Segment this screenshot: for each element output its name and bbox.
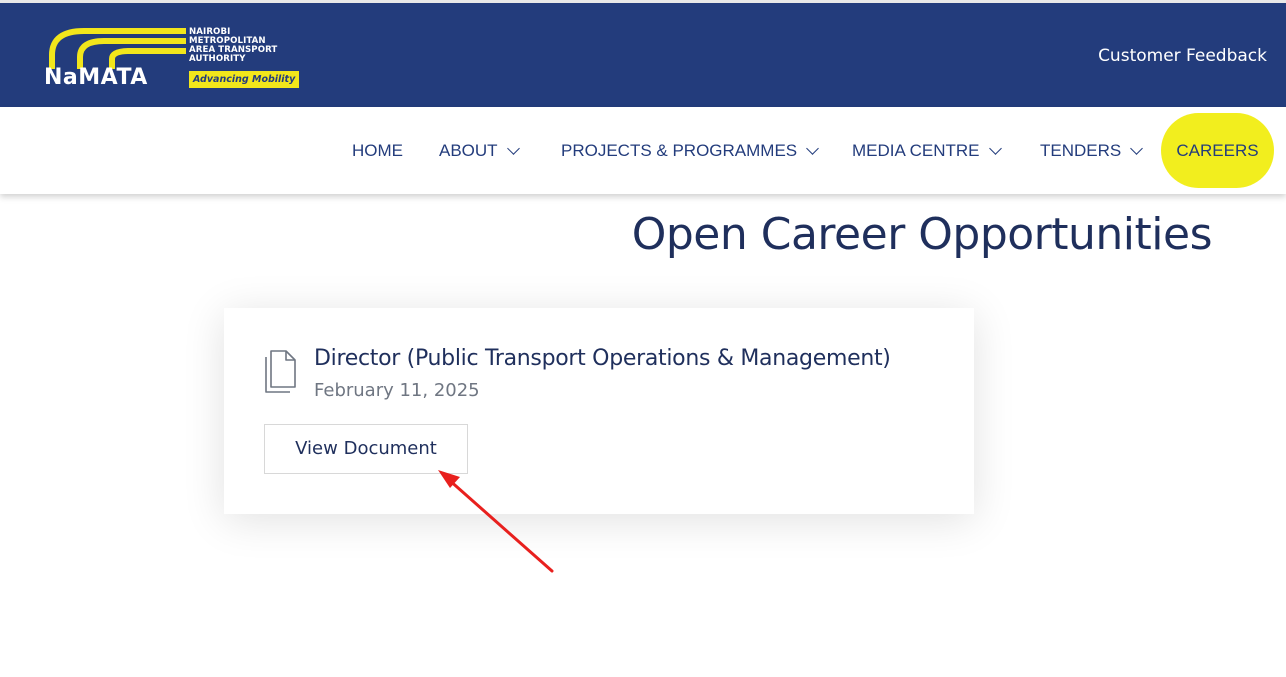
logo-line: AUTHORITY	[189, 54, 246, 64]
logo-arcs-icon	[49, 28, 186, 69]
nav-careers[interactable]: CAREERS	[1161, 113, 1274, 188]
top-header: NaMATA NAIROBI METROPOLITAN AREA TRANSPO…	[0, 0, 1286, 107]
job-title: Director (Public Transport Operations & …	[314, 346, 891, 371]
customer-feedback-link[interactable]: Customer Feedback	[1098, 46, 1267, 66]
page-title: Open Career Opportunities	[631, 209, 1213, 260]
document-icon	[265, 350, 296, 393]
nav-projects-programmes[interactable]: PROJECTS & PROGRAMMES	[561, 107, 820, 194]
nav-media-centre[interactable]: MEDIA CENTRE	[852, 107, 1002, 194]
job-date: February 11, 2025	[314, 380, 480, 401]
nav-tenders[interactable]: TENDERS	[1040, 107, 1144, 194]
view-document-button[interactable]: View Document	[264, 424, 468, 474]
job-card: Director (Public Transport Operations & …	[224, 308, 974, 514]
nav-home-label: HOME	[352, 140, 403, 160]
namata-logo[interactable]: NaMATA NAIROBI METROPOLITAN AREA TRANSPO…	[44, 25, 314, 93]
logo-authority-name: NAIROBI METROPOLITAN AREA TRANSPORT AUTH…	[189, 28, 277, 64]
nav-media-label: MEDIA CENTRE	[852, 140, 980, 160]
nav-about[interactable]: ABOUT	[439, 107, 520, 194]
nav-projects-label: PROJECTS & PROGRAMMES	[561, 140, 798, 160]
chevron-down-icon	[506, 141, 520, 155]
main-navigation: HOME ABOUT PROJECTS & PROGRAMMES MEDIA C…	[0, 107, 1286, 194]
chevron-down-icon	[806, 141, 820, 155]
nav-home[interactable]: HOME	[352, 107, 403, 194]
nav-careers-label: CAREERS	[1176, 140, 1259, 160]
logo-tagline: Advancing Mobility	[189, 71, 300, 88]
chevron-down-icon	[1130, 141, 1144, 155]
nav-tenders-label: TENDERS	[1040, 140, 1122, 160]
logo-wordmark: NaMATA	[44, 65, 148, 90]
nav-about-label: ABOUT	[439, 140, 498, 160]
chevron-down-icon	[988, 141, 1002, 155]
